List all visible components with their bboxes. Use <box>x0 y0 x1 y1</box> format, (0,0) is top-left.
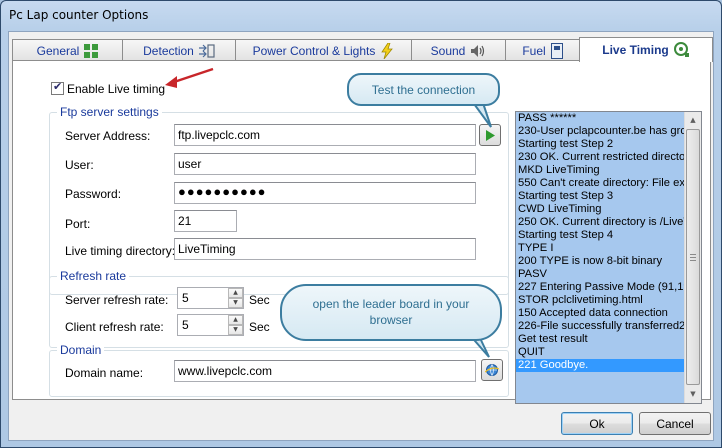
server-address-input[interactable]: ftp.livepclc.com <box>174 124 476 146</box>
speaker-icon <box>471 44 485 57</box>
log-scrollbar[interactable]: ▲ ▼ <box>684 112 701 403</box>
log-line[interactable]: PASV <box>516 268 684 281</box>
scroll-up-arrow-icon[interactable]: ▲ <box>685 112 701 128</box>
domain-name-input[interactable]: www.livepclc.com <box>174 360 476 382</box>
tab-sound-label: Sound <box>430 43 466 58</box>
log-line[interactable]: Starting test Step 2 <box>516 138 684 151</box>
leaderboard-callout: open the leader board in your browser <box>280 284 502 341</box>
password-input[interactable]: ●●●●●●●●●● <box>174 182 476 204</box>
tab-fuel-label: Fuel <box>522 43 546 58</box>
play-icon <box>486 129 495 141</box>
tab-general-label: General <box>36 43 80 58</box>
client-refresh-label: Client refresh rate: <box>65 320 164 334</box>
title-bar[interactable]: Pc Lap counter Options <box>1 1 721 31</box>
grid-icon <box>84 43 99 58</box>
scroll-thumb[interactable] <box>686 129 700 385</box>
log-line[interactable]: STOR pclclivetiming.html <box>516 294 684 307</box>
fuel-icon <box>550 42 563 59</box>
log-line[interactable]: QUIT <box>516 346 684 359</box>
client-refresh-value: 5 <box>182 318 189 332</box>
spin-up-button[interactable]: ▲ <box>228 315 243 325</box>
tab-detection-label: Detection <box>143 43 194 58</box>
log-line[interactable]: CWD LiveTiming <box>516 203 684 216</box>
log-line[interactable]: 250 OK. Current directory is /LiveT <box>516 216 684 229</box>
log-line[interactable]: MKD LiveTiming <box>516 164 684 177</box>
server-refresh-arrows: ▲ ▼ <box>228 288 243 308</box>
log-line[interactable]: PASS ****** <box>516 112 684 125</box>
tab-power-control[interactable]: Power Control & Lights <box>235 39 412 61</box>
tab-strip: General Detection Power Control & Lights… <box>12 37 713 62</box>
log-line[interactable]: 221 Goodbye. <box>516 359 684 372</box>
live-timing-icon <box>673 42 689 57</box>
server-address-label: Server Address: <box>65 129 151 143</box>
client-refresh-arrows: ▲ ▼ <box>228 315 243 335</box>
server-refresh-unit: Sec <box>249 293 270 307</box>
log-line[interactable]: Starting test Step 3 <box>516 190 684 203</box>
domain-title: Domain <box>57 343 105 357</box>
window-title: Pc Lap counter Options <box>9 8 149 22</box>
log-line[interactable]: TYPE I <box>516 242 684 255</box>
lightning-icon <box>381 42 394 59</box>
domain-name-label: Domain name: <box>65 366 144 380</box>
tab-detection[interactable]: Detection <box>122 39 236 61</box>
live-timing-directory-input[interactable]: LiveTiming <box>174 238 476 260</box>
client-refresh-unit: Sec <box>249 320 270 334</box>
tab-fuel[interactable]: Fuel <box>505 39 580 61</box>
server-refresh-value: 5 <box>182 291 189 305</box>
tab-live-timing-label: Live Timing <box>602 43 669 57</box>
server-refresh-stepper[interactable]: 5 ▲ ▼ <box>177 287 244 309</box>
client-refresh-stepper[interactable]: 5 ▲ ▼ <box>177 314 244 336</box>
tab-sound[interactable]: Sound <box>411 39 506 61</box>
ok-button[interactable]: Ok <box>561 412 633 435</box>
spin-up-button[interactable]: ▲ <box>228 288 243 298</box>
log-line[interactable]: 227 Entering Passive Mode (91,198 <box>516 281 684 294</box>
tab-live-timing[interactable]: Live Timing <box>579 37 713 62</box>
window-client: General Detection Power Control & Lights… <box>8 31 714 441</box>
spin-down-button[interactable]: ▼ <box>228 298 243 308</box>
tab-general[interactable]: General <box>12 39 123 61</box>
cancel-button[interactable]: Cancel <box>639 412 711 435</box>
leaderboard-callout-text: open the leader board in your browser <box>312 297 470 327</box>
test-connection-callout: Test the connection <box>347 73 500 106</box>
log-lines: PASS ****** 230-User pclapcounter.be has … <box>516 112 684 403</box>
enable-live-timing-label: Enable Live timing <box>67 82 166 96</box>
log-line[interactable]: 230 OK. Current restricted directory <box>516 151 684 164</box>
test-connection-callout-text: Test the connection <box>371 83 476 97</box>
log-line[interactable]: 150 Accepted data connection <box>516 307 684 320</box>
log-line[interactable]: 550 Can't create directory: File exis <box>516 177 684 190</box>
user-input[interactable]: user <box>174 153 476 175</box>
server-refresh-label: Server refresh rate: <box>65 293 169 307</box>
log-line[interactable]: 226-File successfully transferred226 <box>516 320 684 333</box>
user-label: User: <box>65 158 94 172</box>
log-line[interactable]: Get test result <box>516 333 684 346</box>
spin-down-button[interactable]: ▼ <box>228 325 243 335</box>
password-label: Password: <box>65 187 122 201</box>
connection-log-list[interactable]: PASS ****** 230-User pclapcounter.be has … <box>515 111 702 404</box>
enable-live-timing-checkbox[interactable] <box>51 80 64 95</box>
options-window: Pc Lap counter Options General Detection… <box>0 0 722 448</box>
log-line[interactable]: 230-User pclapcounter.be has grou <box>516 125 684 138</box>
log-line[interactable]: 200 TYPE is now 8-bit binary <box>516 255 684 268</box>
scroll-down-arrow-icon[interactable]: ▼ <box>685 386 701 402</box>
refresh-rate-title: Refresh rate <box>57 269 130 283</box>
detection-icon <box>198 43 215 58</box>
log-line[interactable]: Starting test Step 4 <box>516 229 684 242</box>
live-timing-directory-label: Live timing directory: <box>65 244 176 258</box>
red-arrow-annotation <box>165 67 214 88</box>
ftp-settings-title: Ftp server settings <box>57 105 162 119</box>
tab-power-label: Power Control & Lights <box>252 43 376 58</box>
port-label: Port: <box>65 217 91 231</box>
browser-icon <box>485 364 499 376</box>
port-input[interactable]: 21 <box>174 210 237 232</box>
